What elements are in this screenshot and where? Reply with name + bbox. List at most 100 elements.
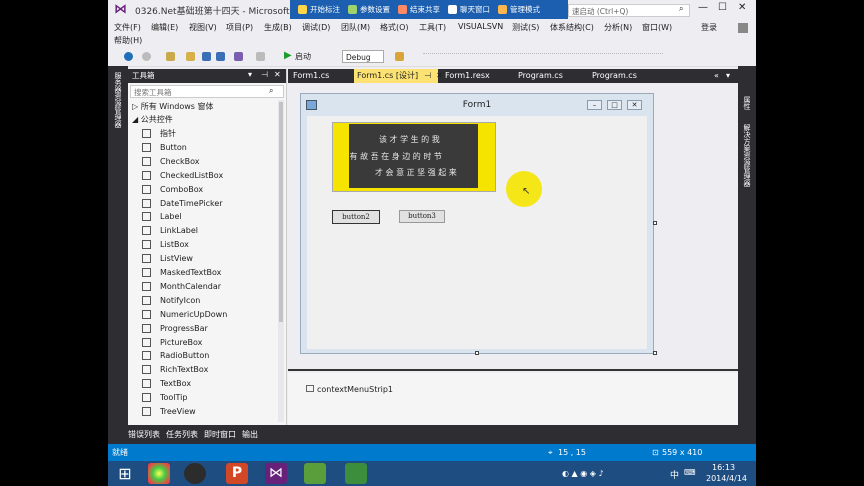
toolbox-item[interactable]: PictureBox xyxy=(142,337,202,349)
powerpoint-icon[interactable]: P xyxy=(226,463,248,484)
keyboard-icon[interactable]: ⌨ xyxy=(684,468,696,477)
menu-team[interactable]: 团队(M) xyxy=(341,22,370,33)
menu-project[interactable]: 项目(P) xyxy=(226,22,253,33)
properties-tab[interactable]: 属性 xyxy=(742,96,752,110)
menu-tools[interactable]: 工具(T) xyxy=(419,22,446,33)
toolbox-item[interactable]: MaskedTextBox xyxy=(142,267,221,279)
button3[interactable]: button3 xyxy=(399,210,445,223)
start-button-label[interactable]: 启动 xyxy=(295,51,311,62)
chart-app-icon[interactable] xyxy=(304,463,326,484)
menu-test[interactable]: 测试(S) xyxy=(512,22,539,33)
toolbox-item[interactable]: TreeView xyxy=(142,406,196,418)
toolbox-item[interactable]: Button xyxy=(142,142,187,154)
clock-date[interactable]: 2014/4/14 xyxy=(706,474,747,483)
minimize-button[interactable]: — xyxy=(698,2,708,13)
tab-program-cs[interactable]: Program.cs xyxy=(515,69,587,83)
toolbox-item[interactable]: TextBox xyxy=(142,378,191,390)
toolbox-search-input[interactable]: 搜索工具箱 xyxy=(130,85,284,98)
toolbox-item[interactable]: NumericUpDown xyxy=(142,309,227,321)
form-close-button[interactable]: ✕ xyxy=(627,100,642,110)
open-file-icon[interactable] xyxy=(186,52,195,61)
toolbox-item[interactable]: RichTextBox xyxy=(142,364,208,376)
tab-form1-cs[interactable]: Form1.cs xyxy=(290,69,352,83)
sign-in-link[interactable]: 登录 xyxy=(701,22,717,33)
toolbox-item[interactable]: ToolTip xyxy=(142,392,187,404)
toolbox-item[interactable]: RadioButton xyxy=(142,350,209,362)
menu-edit[interactable]: 编辑(E) xyxy=(151,22,178,33)
category-all-windows-forms[interactable]: ▷ 所有 Windows 窗体 xyxy=(132,101,214,112)
tab-form1-resx[interactable]: Form1.resx xyxy=(442,69,512,83)
save-all-icon[interactable] xyxy=(216,52,225,61)
toolbox-item[interactable]: DateTimePicker xyxy=(142,198,223,210)
form1-window[interactable]: Form1 – □ ✕ 该 才 学 生 的 我 才 有 故 吾 在 身 边 的 … xyxy=(300,93,654,354)
pin-icon[interactable]: ⊣ xyxy=(424,71,431,80)
ime-indicator[interactable]: 中 xyxy=(670,468,679,481)
menu-view[interactable]: 视图(V) xyxy=(189,22,217,33)
toolbox-item[interactable]: 指针 xyxy=(142,128,176,140)
back-icon[interactable] xyxy=(124,52,133,61)
clock-time[interactable]: 16:13 xyxy=(712,463,735,472)
toolbox-item[interactable]: NotifyIcon xyxy=(142,295,200,307)
menu-visualsvn[interactable]: VISUALSVN xyxy=(458,22,503,31)
visual-studio-icon[interactable]: ⋈ xyxy=(265,463,287,484)
overlay-end-share[interactable]: 结束共享 xyxy=(398,4,440,15)
pin-icon[interactable]: ⊣ xyxy=(261,70,268,79)
server-explorer-tab[interactable]: 服务器资源管理器 xyxy=(113,72,123,128)
toolbox-item[interactable]: LinkLabel xyxy=(142,225,198,237)
toolbox-item[interactable]: CheckedListBox xyxy=(142,170,223,182)
dropdown-icon[interactable]: ▾ xyxy=(248,70,252,79)
resize-handle-bottom[interactable] xyxy=(475,351,479,355)
overlay-start-annotate[interactable]: 开始标注 xyxy=(298,4,340,15)
feedback-icon[interactable] xyxy=(738,23,748,33)
solution-explorer-tab[interactable]: 解决方案资源管理器 xyxy=(742,124,752,187)
overlay-settings[interactable]: 参数设置 xyxy=(348,4,390,15)
menu-build[interactable]: 生成(B) xyxy=(264,22,292,33)
category-common-controls[interactable]: ◢ 公共控件 xyxy=(132,114,173,125)
button2[interactable]: button2 xyxy=(332,210,380,224)
solution-config-select[interactable]: Debug xyxy=(342,50,384,63)
save-icon[interactable] xyxy=(202,52,211,61)
toolbox-item[interactable]: ListBox xyxy=(142,239,189,251)
menu-window[interactable]: 窗口(W) xyxy=(642,22,672,33)
picturebox[interactable]: 该 才 学 生 的 我 才 有 故 吾 在 身 边 的 时 节 才 会 意 正 … xyxy=(332,122,496,192)
toolbox-scrollbar[interactable] xyxy=(278,100,284,422)
form-minimize-button[interactable]: – xyxy=(587,100,602,110)
tab-program-cs-2[interactable]: Program.cs xyxy=(589,69,661,83)
find-icon[interactable] xyxy=(395,52,404,61)
context-menu-strip-component[interactable]: contextMenuStrip1 xyxy=(317,385,393,394)
tab-overflow-icon[interactable]: « xyxy=(714,71,719,80)
tray-icons[interactable]: ◐ ▲ ◉ ◈ ♪ xyxy=(562,469,604,478)
form-maximize-button[interactable]: □ xyxy=(607,100,622,110)
tab-error-list[interactable]: 错误列表 xyxy=(128,429,160,440)
tab-form1-designer[interactable]: Form1.cs [设计] ⊣ ✕ xyxy=(354,69,443,83)
form1-client-area[interactable]: 该 才 学 生 的 我 才 有 故 吾 在 身 边 的 时 节 才 会 意 正 … xyxy=(307,116,647,349)
redo-icon[interactable] xyxy=(256,52,265,61)
windows-start-icon[interactable]: ⊞ xyxy=(114,463,136,484)
menu-file[interactable]: 文件(F) xyxy=(114,22,141,33)
search-icon[interactable]: ⌕ xyxy=(679,4,683,14)
toolbox-item[interactable]: ListView xyxy=(142,253,193,265)
tab-immediate-window[interactable]: 即时窗口 xyxy=(204,429,236,440)
tab-output[interactable]: 输出 xyxy=(242,429,258,440)
overlay-chat[interactable]: 聊天窗口 xyxy=(448,4,490,15)
toolbox-item[interactable]: ComboBox xyxy=(142,184,203,196)
search-icon[interactable]: ⌕ xyxy=(269,86,273,96)
menu-debug[interactable]: 调试(D) xyxy=(302,22,330,33)
resize-handle-right[interactable] xyxy=(653,221,657,225)
chevron-down-icon[interactable]: ▾ xyxy=(726,71,730,80)
green-app-icon[interactable] xyxy=(345,463,367,484)
toolbox-item[interactable]: ProgressBar xyxy=(142,323,208,335)
scrollbar-thumb[interactable] xyxy=(279,102,283,322)
close-button[interactable]: ✕ xyxy=(738,2,746,13)
menu-analyze[interactable]: 分析(N) xyxy=(604,22,632,33)
new-project-icon[interactable] xyxy=(166,52,175,61)
forward-icon[interactable] xyxy=(142,52,151,61)
toolbox-item[interactable]: Label xyxy=(142,211,182,223)
toolbox-item[interactable]: MonthCalendar xyxy=(142,281,221,293)
close-icon[interactable]: ✕ xyxy=(274,70,281,79)
menu-architecture[interactable]: 体系结构(C) xyxy=(550,22,594,33)
app-icon-colorful[interactable] xyxy=(148,463,170,484)
undo-icon[interactable] xyxy=(234,52,243,61)
qq-icon[interactable] xyxy=(184,463,206,484)
overlay-admin-mode[interactable]: 管理模式 xyxy=(498,4,540,15)
